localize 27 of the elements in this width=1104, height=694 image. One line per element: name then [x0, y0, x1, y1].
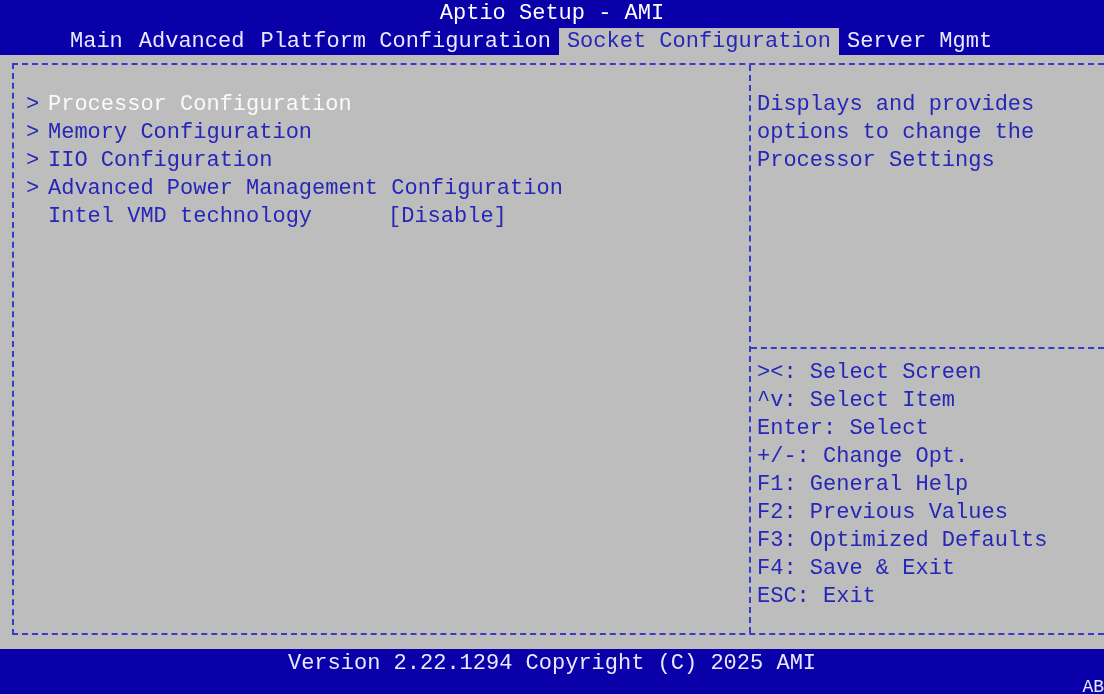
key-hint: Enter: Select — [756, 415, 930, 443]
key-hint: +/-: Change Opt. — [756, 443, 970, 471]
tab[interactable]: Advanced — [130, 28, 253, 55]
tab[interactable]: Server Mgmt — [838, 28, 1001, 55]
key-hint: F4: Save & Exit — [756, 555, 957, 583]
tab[interactable]: Socket Configuration — [558, 28, 839, 55]
submenu-arrow: > — [25, 175, 41, 203]
status-indicator: AB — [1082, 677, 1104, 694]
setting-label[interactable]: Intel VMD technology — [48, 203, 388, 231]
menu-item[interactable]: IIO Configuration — [48, 147, 273, 175]
submenu-arrow: > — [25, 91, 41, 119]
submenu-arrow: > — [25, 119, 41, 147]
key-hint: ^v: Select Item — [756, 387, 957, 415]
key-hint: ESC: Exit — [756, 583, 877, 611]
window-title: Aptio Setup - AMI — [438, 0, 666, 28]
setting-value[interactable]: [Disable] — [388, 203, 507, 231]
menu-item[interactable]: Advanced Power Management Configuration — [48, 175, 563, 203]
submenu-arrow: > — [25, 147, 41, 175]
key-hint: F2: Previous Values — [756, 499, 1009, 527]
tab[interactable]: Platform Configuration — [252, 28, 559, 55]
tab[interactable]: Main — [62, 28, 131, 55]
copyright-text: Version 2.22.1294 Copyright (C) 2025 AMI — [286, 650, 818, 678]
menu-item[interactable]: Memory Configuration — [48, 119, 313, 147]
help-description: Displays and provides options to change the Processor Settings — [756, 91, 1036, 175]
key-hint: ><: Select Screen — [756, 359, 983, 387]
key-hint: F3: Optimized Defaults — [756, 527, 1049, 555]
key-hint: F1: General Help — [756, 471, 970, 499]
